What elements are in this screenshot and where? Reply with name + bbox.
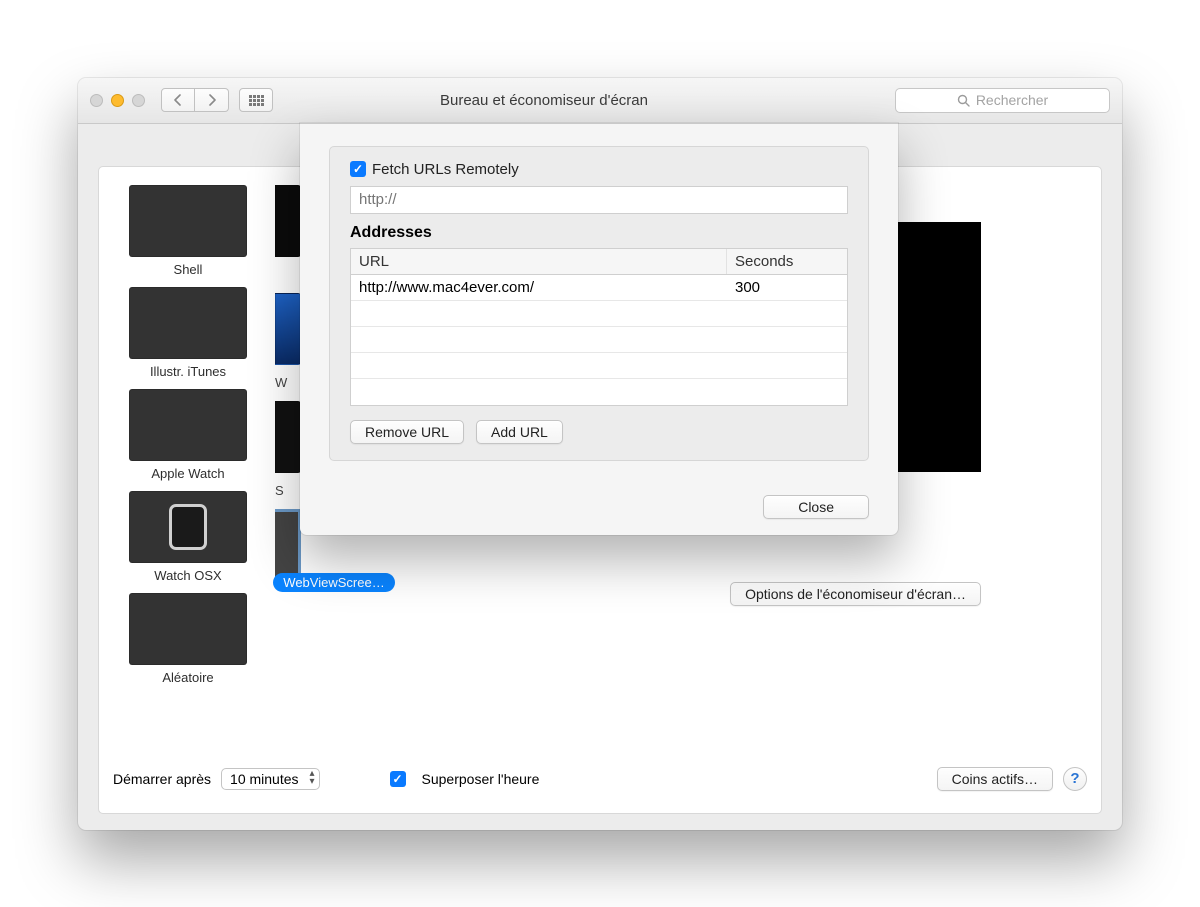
thumbnail-label: W [275, 375, 301, 391]
table-row[interactable]: http://www.mac4ever.com/ 300 [351, 275, 847, 301]
screensaver-watchosx[interactable]: Watch OSX [129, 491, 247, 583]
thumbnail-label: Illustr. iTunes [150, 364, 226, 379]
thumbnail-label: Watch OSX [154, 568, 221, 583]
close-button[interactable]: Close [763, 495, 869, 519]
help-button[interactable]: ? [1063, 767, 1087, 791]
screensaver-options-button[interactable]: Options de l'économiseur d'écran… [730, 582, 981, 606]
titlebar: Bureau et économiseur d'écran Rechercher [78, 78, 1122, 124]
thumbnail-icon [129, 491, 247, 563]
thumbnail-label: S [275, 483, 301, 499]
back-button[interactable] [161, 88, 195, 112]
thumbnail-icon [129, 287, 247, 359]
col-url[interactable]: URL [351, 249, 727, 274]
traffic-lights [90, 94, 145, 107]
thumbnail-icon[interactable] [275, 293, 301, 365]
search-placeholder: Rechercher [976, 92, 1048, 108]
addresses-table: URL Seconds http://www.mac4ever.com/ 300 [350, 248, 848, 406]
addresses-heading: Addresses [350, 224, 848, 242]
screensaver-shell[interactable]: Shell [129, 185, 247, 277]
table-row[interactable] [351, 301, 847, 327]
start-after-select[interactable]: 10 minutes ▴▾ [221, 768, 319, 790]
thumbnail-icon[interactable] [275, 185, 301, 257]
window-title: Bureau et économiseur d'écran [203, 92, 885, 109]
cell-url: http://www.mac4ever.com/ [351, 279, 727, 296]
thumbnail-icon[interactable] [275, 509, 301, 581]
screensaver-webview[interactable]: WebViewScree… [275, 573, 393, 592]
thumbnail-icon[interactable] [275, 401, 301, 473]
remove-url-button[interactable]: Remove URL [350, 420, 464, 444]
fetch-remotely-label: Fetch URLs Remotely [372, 161, 519, 178]
table-row[interactable] [351, 353, 847, 379]
search-field[interactable]: Rechercher [895, 88, 1110, 113]
fetch-remotely-checkbox[interactable] [350, 161, 366, 177]
cell-seconds: 300 [727, 279, 847, 296]
hot-corners-button[interactable]: Coins actifs… [937, 767, 1053, 791]
add-url-button[interactable]: Add URL [476, 420, 563, 444]
remote-url-input[interactable] [350, 186, 848, 214]
overlay-clock-label: Superposer l'heure [422, 771, 540, 787]
minimize-window-icon[interactable] [111, 94, 124, 107]
screensaver-applewatch[interactable]: Apple Watch [129, 389, 247, 481]
search-icon [957, 94, 970, 107]
thumbnail-label: Apple Watch [151, 466, 224, 481]
thumbnail-icon [129, 185, 247, 257]
prefs-window: Bureau et économiseur d'écran Rechercher… [78, 78, 1122, 830]
thumbnail-icon [129, 593, 247, 665]
table-row[interactable] [351, 327, 847, 353]
stepper-arrows-icon: ▴▾ [309, 770, 314, 786]
table-row[interactable] [351, 379, 847, 405]
options-sheet: Fetch URLs Remotely Addresses URL Second… [300, 123, 898, 535]
table-header: URL Seconds [351, 249, 847, 275]
start-after-label: Démarrer après [113, 771, 211, 787]
thumbnail-icon [129, 389, 247, 461]
zoom-window-icon[interactable] [132, 94, 145, 107]
bottom-bar: Démarrer après 10 minutes ▴▾ Superposer … [113, 767, 1087, 791]
thumbnail-label: WebViewScree… [273, 573, 394, 592]
options-inner: Fetch URLs Remotely Addresses URL Second… [329, 146, 869, 461]
start-after-value: 10 minutes [230, 771, 298, 787]
col-seconds[interactable]: Seconds [727, 249, 847, 274]
screensaver-column2: W S [275, 185, 301, 685]
thumbnail-label: Shell [174, 262, 203, 277]
overlay-clock-checkbox[interactable] [390, 771, 406, 787]
screensaver-random[interactable]: Aléatoire [129, 593, 247, 685]
screensaver-itunes[interactable]: Illustr. iTunes [129, 287, 247, 379]
close-window-icon[interactable] [90, 94, 103, 107]
thumbnail-label: Aléatoire [162, 670, 213, 685]
